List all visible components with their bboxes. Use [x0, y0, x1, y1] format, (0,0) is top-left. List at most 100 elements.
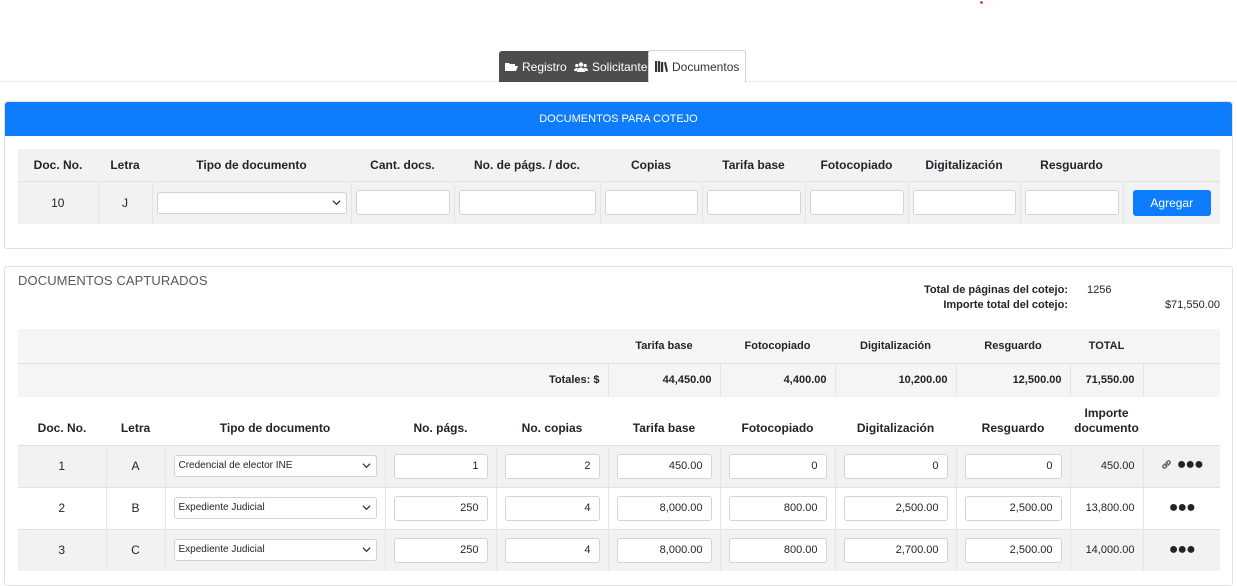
row-resguardo-input[interactable]: 0 — [964, 453, 1062, 479]
docs-col-fotocopiado: Fotocopiado — [741, 420, 814, 435]
digitalizacion-input[interactable] — [912, 190, 1016, 216]
row-doc-no: 1 — [18, 444, 106, 487]
resguardo-input[interactable] — [1024, 190, 1119, 216]
row-paginas-input[interactable]: 1 — [393, 453, 488, 479]
row-tarifa-input[interactable]: 450.00 — [616, 453, 712, 479]
row-doc-no: 2 — [18, 486, 106, 529]
col-letra: Letra — [98, 149, 152, 181]
copias-input[interactable] — [604, 190, 698, 216]
row-tarifa-input[interactable]: 8,000.00 — [616, 537, 712, 563]
col-resguardo: Resguardo — [1020, 149, 1123, 181]
row-doc-no: 3 — [18, 528, 106, 571]
table-row: 3 C Expediente Judicial 250 4 8,000.00 8… — [18, 528, 1220, 571]
row-fotocopiado-input[interactable]: 0 — [728, 453, 827, 479]
totales-resguardo: 12,500.00 — [955, 362, 1070, 397]
more-options-icon[interactable]: ●●● — [1169, 542, 1196, 558]
captura-table: Doc. No. Letra Tipo de documento Cant. d… — [18, 149, 1220, 224]
totales-digitalizacion: 10,200.00 — [834, 362, 956, 397]
totales-table: Tarifa base Fotocopiado Digitalización R… — [18, 329, 1220, 397]
col-doc-no: Doc. No. — [18, 149, 98, 181]
cant-docs-input[interactable] — [355, 190, 450, 216]
docs-col-tipo: Tipo de documento — [219, 420, 331, 435]
row-resguardo-input[interactable]: 2,500.00 — [964, 495, 1062, 521]
docs-col-paginas: No. págs. — [413, 420, 468, 435]
tab-bar: Registro Solicitante Documentos — [0, 50, 1237, 83]
row-digitalizacion-input[interactable]: 2,700.00 — [843, 537, 948, 563]
totales-col-fotocopiado: Fotocopiado — [744, 339, 811, 352]
paginas-input[interactable] — [458, 190, 596, 216]
capturados-panel: DOCUMENTOS CAPTURADOS Total de páginas d… — [4, 266, 1233, 586]
captura-panel: DOCUMENTOS PARA COTEJO Doc. No. Letra Ti… — [4, 101, 1233, 249]
row-paginas-input[interactable]: 250 — [393, 537, 488, 563]
row-fotocopiado-input[interactable]: 800.00 — [728, 537, 827, 563]
totales-col-resguardo: Resguardo — [984, 339, 1042, 352]
tab-registro[interactable]: Registro — [499, 51, 573, 82]
importe-total-label: Importe total del cotejo: — [943, 299, 1068, 311]
col-cant-docs: Cant. docs. — [351, 149, 454, 181]
col-tipo-documento: Tipo de documento — [152, 149, 351, 181]
row-paginas-input[interactable]: 250 — [393, 495, 488, 521]
totales-col-digitalizacion: Digitalización — [860, 339, 931, 352]
tipo-documento-select[interactable] — [156, 191, 347, 214]
row-copias-input[interactable]: 4 — [504, 537, 600, 563]
row-fotocopiado-input[interactable]: 800.00 — [728, 495, 827, 521]
folder-open-icon — [505, 62, 518, 71]
link-icon[interactable] — [1161, 459, 1172, 470]
col-paginas-doc: No. de págs. / doc. — [454, 149, 600, 181]
users-icon — [574, 61, 588, 72]
agregar-button[interactable]: Agregar — [1132, 189, 1211, 216]
importe-total-value: $71,550.00 — [1164, 299, 1220, 311]
row-letra: B — [105, 486, 165, 529]
total-paginas-label: Total de páginas del cotejo: — [923, 284, 1068, 296]
row-letra: A — [105, 444, 165, 487]
more-options-icon[interactable]: ●●● — [1177, 456, 1204, 472]
chevron-down-icon — [361, 547, 371, 553]
captura-doc-no: 10 — [18, 180, 98, 224]
totales-fotocopiado: 4,400.00 — [719, 362, 835, 397]
tab-solicitante-label: Solicitante — [592, 59, 648, 74]
row-resguardo-input[interactable]: 2,500.00 — [964, 537, 1062, 563]
tab-registro-label: Registro — [522, 59, 567, 74]
tab-documentos[interactable]: Documentos — [648, 50, 747, 83]
row-importe: 14,000.00 — [1069, 528, 1143, 571]
row-importe: 450.00 — [1069, 444, 1143, 487]
col-fotocopiado: Fotocopiado — [805, 149, 908, 181]
totales-col-tarifa: Tarifa base — [635, 339, 693, 352]
tab-solicitante[interactable]: Solicitante — [568, 51, 654, 82]
status-dot — [980, 1, 983, 4]
totales-tarifa: 44,450.00 — [607, 362, 720, 397]
totales-col-total: TOTAL — [1088, 339, 1125, 352]
chevron-down-icon — [331, 200, 341, 205]
books-icon — [655, 61, 668, 72]
docs-col-copias: No. copias — [521, 420, 583, 435]
col-tarifa-base: Tarifa base — [702, 149, 805, 181]
row-tipo-select[interactable]: Expediente Judicial — [173, 497, 377, 519]
row-digitalizacion-input[interactable]: 0 — [843, 453, 948, 479]
row-tipo-select[interactable]: Credencial de elector INE — [173, 455, 377, 477]
docs-col-tarifa: Tarifa base — [632, 420, 696, 435]
total-paginas-value: 1256 — [1087, 284, 1112, 296]
col-copias: Copias — [600, 149, 702, 181]
table-row: 2 B Expediente Judicial 250 4 8,000.00 8… — [18, 486, 1220, 529]
more-options-icon[interactable]: ●●● — [1169, 500, 1196, 516]
row-copias-input[interactable]: 4 — [504, 495, 600, 521]
row-digitalizacion-input[interactable]: 2,500.00 — [843, 495, 948, 521]
col-digitalizacion: Digitalización — [908, 149, 1020, 181]
tarifa-input[interactable] — [706, 190, 801, 216]
row-tipo-value: Credencial de elector INE — [178, 460, 293, 471]
row-importe: 13,800.00 — [1069, 486, 1143, 529]
fotocopiado-input[interactable] — [809, 190, 904, 216]
totales-total: 71,550.00 — [1069, 362, 1143, 397]
col-action — [1123, 149, 1220, 181]
table-row: 1 A Credencial de elector INE 1 2 450.00… — [18, 444, 1220, 487]
row-tipo-select[interactable]: Expediente Judicial — [173, 539, 377, 562]
row-tarifa-input[interactable]: 8,000.00 — [616, 495, 712, 521]
docs-col-digitalizacion: Digitalización — [856, 420, 935, 435]
docs-col-doc-no: Doc. No. — [37, 420, 87, 435]
chevron-down-icon — [361, 463, 371, 469]
docs-col-resguardo: Resguardo — [981, 420, 1045, 435]
docs-col-letra: Letra — [120, 420, 151, 435]
tab-documentos-label: Documentos — [672, 59, 740, 74]
row-tipo-value: Expediente Judicial — [178, 502, 265, 513]
row-copias-input[interactable]: 2 — [504, 453, 600, 479]
